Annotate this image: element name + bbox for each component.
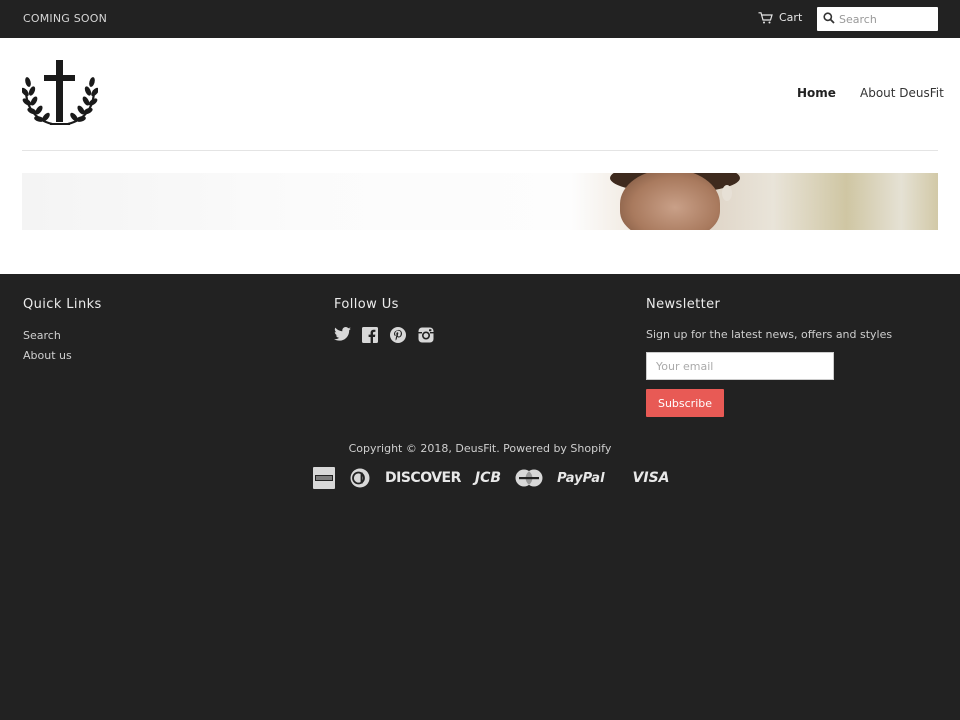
search-input[interactable] — [839, 7, 934, 31]
announcement-text: COMING SOON — [23, 12, 108, 25]
cart-icon — [758, 11, 773, 23]
header-divider — [22, 150, 938, 151]
footer-quick-links: Quick Links Search About us — [23, 297, 102, 362]
subscribe-button[interactable]: Subscribe — [646, 389, 724, 417]
footer-newsletter: Newsletter Sign up for the latest news, … — [646, 297, 892, 417]
footer-follow-us: Follow Us — [334, 297, 434, 343]
social-icons — [334, 327, 435, 343]
search-box — [817, 7, 938, 31]
hero-banner-image — [22, 173, 938, 230]
visa-icon: VISA — [632, 470, 670, 486]
twitter-icon[interactable] — [334, 327, 351, 341]
nav-home[interactable]: Home — [797, 86, 836, 100]
cart-label: Cart — [779, 11, 803, 24]
site-header: Home About DeusFit — [0, 38, 960, 274]
cross-laurel-logo[interactable] — [22, 58, 98, 128]
footer-link-about-us[interactable]: About us — [23, 349, 72, 362]
hero-earbud — [722, 185, 732, 201]
follow-us-heading: Follow Us — [334, 297, 399, 312]
american-express-icon — [313, 467, 335, 489]
cart-link[interactable]: Cart — [758, 11, 802, 24]
discover-icon: DISCOVER — [385, 470, 461, 486]
hero-face — [620, 173, 720, 230]
nav-about-deusfit[interactable]: About DeusFit — [860, 86, 944, 100]
paypal-icon: PayPal — [557, 470, 605, 486]
newsletter-description: Sign up for the latest news, offers and … — [646, 328, 893, 341]
footer-link-search[interactable]: Search — [23, 329, 61, 342]
newsletter-heading: Newsletter — [646, 297, 721, 312]
email-field[interactable] — [647, 353, 833, 379]
instagram-icon[interactable] — [417, 327, 435, 343]
quick-links-heading: Quick Links — [23, 297, 102, 312]
top-bar: COMING SOON Cart — [0, 0, 960, 38]
mastercard-icon — [515, 469, 543, 487]
search-icon[interactable] — [823, 12, 835, 24]
copyright-text: Copyright © 2018, DeusFit. Powered by Sh… — [348, 442, 612, 455]
payment-icons: DISCOVER JCB PayPal VISA — [313, 466, 670, 490]
jcb-icon: JCB — [474, 470, 502, 486]
facebook-icon[interactable] — [361, 327, 379, 343]
email-field-wrapper — [646, 352, 834, 380]
pinterest-icon[interactable] — [389, 327, 407, 343]
diners-club-icon — [350, 468, 370, 488]
